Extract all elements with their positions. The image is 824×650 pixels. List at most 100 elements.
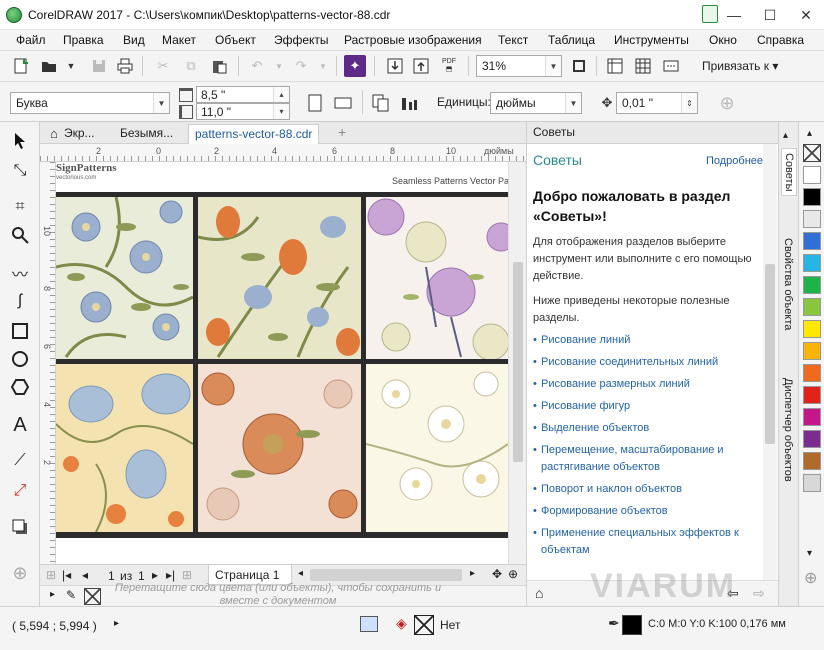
next-page-icon[interactable]: ▸: [152, 568, 158, 582]
swatch-orange[interactable]: [803, 364, 821, 382]
new-tab-icon[interactable]: +: [332, 124, 352, 144]
swatch-blue[interactable]: [803, 232, 821, 250]
connector-tool-icon[interactable]: ⤢: [6, 478, 34, 504]
cut-icon[interactable]: ✂: [152, 55, 174, 77]
docker-scrollbar[interactable]: [763, 144, 777, 584]
tab-patterns-vector[interactable]: patterns-vector-88.cdr: [188, 124, 320, 144]
menu-tools[interactable]: Инструменты: [614, 33, 689, 47]
last-page-icon[interactable]: ▸|: [166, 568, 175, 582]
artistic-media-tool-icon[interactable]: ʃ: [6, 288, 34, 314]
maximize-button[interactable]: ☐: [752, 0, 788, 30]
print-icon[interactable]: [114, 55, 136, 77]
eyedropper-icon[interactable]: ✎: [66, 588, 76, 602]
palette-menu-icon[interactable]: ▸: [50, 589, 55, 600]
all-pages-icon[interactable]: [370, 92, 392, 114]
palette-scroll-down-icon[interactable]: ▾: [807, 548, 812, 559]
menu-view[interactable]: Вид: [123, 33, 145, 47]
page-width-field[interactable]: 8,5 " ▴: [196, 86, 290, 103]
save-icon[interactable]: [88, 55, 110, 77]
swatch-purple[interactable]: [803, 430, 821, 448]
swatch-gold[interactable]: [803, 342, 821, 360]
paper-type-select[interactable]: Буква ▼: [10, 92, 170, 114]
freehand-tool-icon[interactable]: 〰: [6, 260, 34, 286]
open-icon[interactable]: [38, 55, 60, 77]
swatch-light-green[interactable]: [803, 298, 821, 316]
current-page-icon[interactable]: [398, 92, 420, 114]
tab-object-manager[interactable]: Диспетчер объектов: [781, 374, 795, 486]
outline-color-swatch[interactable]: [622, 615, 642, 635]
pick-tool-icon[interactable]: [6, 128, 34, 154]
page-height-field[interactable]: 11,0 " ▾: [196, 103, 290, 120]
add-page-icon[interactable]: ⊞: [46, 568, 56, 582]
search-content-icon[interactable]: ✦: [344, 55, 366, 77]
menu-table[interactable]: Таблица: [548, 33, 595, 47]
swatch-green[interactable]: [803, 276, 821, 294]
hint-link-connectors[interactable]: Рисование соединительных линий: [533, 354, 763, 371]
hint-link-effects[interactable]: Применение специальных эффектов к объект…: [533, 525, 763, 559]
fill-none-swatch[interactable]: [414, 615, 434, 635]
drawing-window[interactable]: 2 0 2 4 6 8 10 дюймы 10 8 6 4 2 SignPatt…: [40, 144, 526, 564]
redo-dropdown-icon[interactable]: ▼: [312, 55, 334, 77]
tab-object-properties[interactable]: Свойства объекта: [781, 234, 795, 334]
nudge-distance-field[interactable]: 0,01 " ⇕: [616, 92, 698, 114]
import-icon[interactable]: [384, 55, 406, 77]
parallel-dimension-tool-icon[interactable]: ⟋: [6, 448, 34, 474]
redo-icon[interactable]: ↷: [290, 55, 312, 77]
vertical-scrollbar[interactable]: [508, 162, 526, 564]
home-icon[interactable]: ⌂: [535, 585, 543, 601]
scroll-thumb[interactable]: [513, 262, 523, 462]
snap-to-dropdown[interactable]: Привязать к ▾: [702, 59, 778, 73]
menu-file[interactable]: Файл: [16, 33, 46, 47]
pan-icon[interactable]: ✥: [492, 567, 502, 581]
swatch-red[interactable]: [803, 386, 821, 404]
add-tool-icon[interactable]: ⊕: [6, 560, 34, 586]
menu-effects[interactable]: Эффекты: [274, 33, 329, 47]
menu-text[interactable]: Текст: [498, 33, 528, 47]
portrait-orientation-icon[interactable]: [304, 92, 326, 114]
undo-dropdown-icon[interactable]: ▼: [268, 55, 290, 77]
ellipse-tool-icon[interactable]: [6, 346, 34, 372]
publish-pdf-icon[interactable]: PDF ⬒: [438, 55, 460, 77]
copy-icon[interactable]: ⧉: [180, 55, 202, 77]
hint-link-select[interactable]: Выделение объектов: [533, 420, 763, 437]
swatch-white[interactable]: [803, 166, 821, 184]
scroll-up-icon[interactable]: ▴: [783, 130, 788, 141]
hint-link-rotate[interactable]: Поворот и наклон объектов: [533, 481, 763, 498]
more-link[interactable]: Подробнее: [706, 155, 763, 167]
rectangle-tool-icon[interactable]: [6, 318, 34, 344]
horizontal-scrollbar[interactable]: [310, 569, 462, 581]
swatch-light-gray[interactable]: [803, 210, 821, 228]
scroll-left-icon[interactable]: ◂: [298, 568, 303, 579]
menu-help[interactable]: Справка: [757, 33, 804, 47]
hint-link-move-scale[interactable]: Перемещение, масштабирование и растягива…: [533, 442, 763, 476]
previous-page-icon[interactable]: ◂: [82, 568, 88, 582]
zoom-tool-icon[interactable]: [6, 222, 34, 248]
shape-tool-icon[interactable]: ⤡: [6, 158, 34, 184]
menu-layout[interactable]: Макет: [162, 33, 196, 47]
tab-welcome[interactable]: Экр...: [58, 124, 101, 144]
export-icon[interactable]: [410, 55, 432, 77]
full-screen-icon[interactable]: [568, 55, 590, 77]
open-dropdown-icon[interactable]: ▼: [60, 55, 82, 77]
no-color-swatch[interactable]: [84, 588, 101, 605]
crop-tool-icon[interactable]: ⌗: [6, 194, 34, 220]
palette-scroll-up-icon[interactable]: ▴: [807, 128, 812, 139]
tab-hints[interactable]: Советы: [781, 148, 797, 197]
menu-object[interactable]: Объект: [215, 33, 256, 47]
drop-shadow-tool-icon[interactable]: [6, 514, 34, 540]
show-rulers-icon[interactable]: [604, 55, 626, 77]
forward-arrow-icon[interactable]: ⇨: [753, 585, 765, 602]
minimize-button[interactable]: —: [716, 0, 752, 30]
paste-icon[interactable]: [208, 55, 230, 77]
status-expand-icon[interactable]: ▸: [114, 618, 119, 629]
add-icon[interactable]: ⊕: [716, 92, 738, 114]
swatch-cyan[interactable]: [803, 254, 821, 272]
hint-link-shapes[interactable]: Рисование фигур: [533, 398, 763, 415]
zoom-page-icon[interactable]: ⊕: [508, 567, 518, 581]
close-button[interactable]: ✕: [788, 0, 824, 30]
add-palette-icon[interactable]: ⊕: [804, 568, 817, 588]
landscape-orientation-icon[interactable]: [332, 92, 354, 114]
docker-scroll-thumb[interactable]: [765, 264, 775, 444]
show-grid-icon[interactable]: [632, 55, 654, 77]
no-fill-swatch[interactable]: [803, 144, 821, 162]
